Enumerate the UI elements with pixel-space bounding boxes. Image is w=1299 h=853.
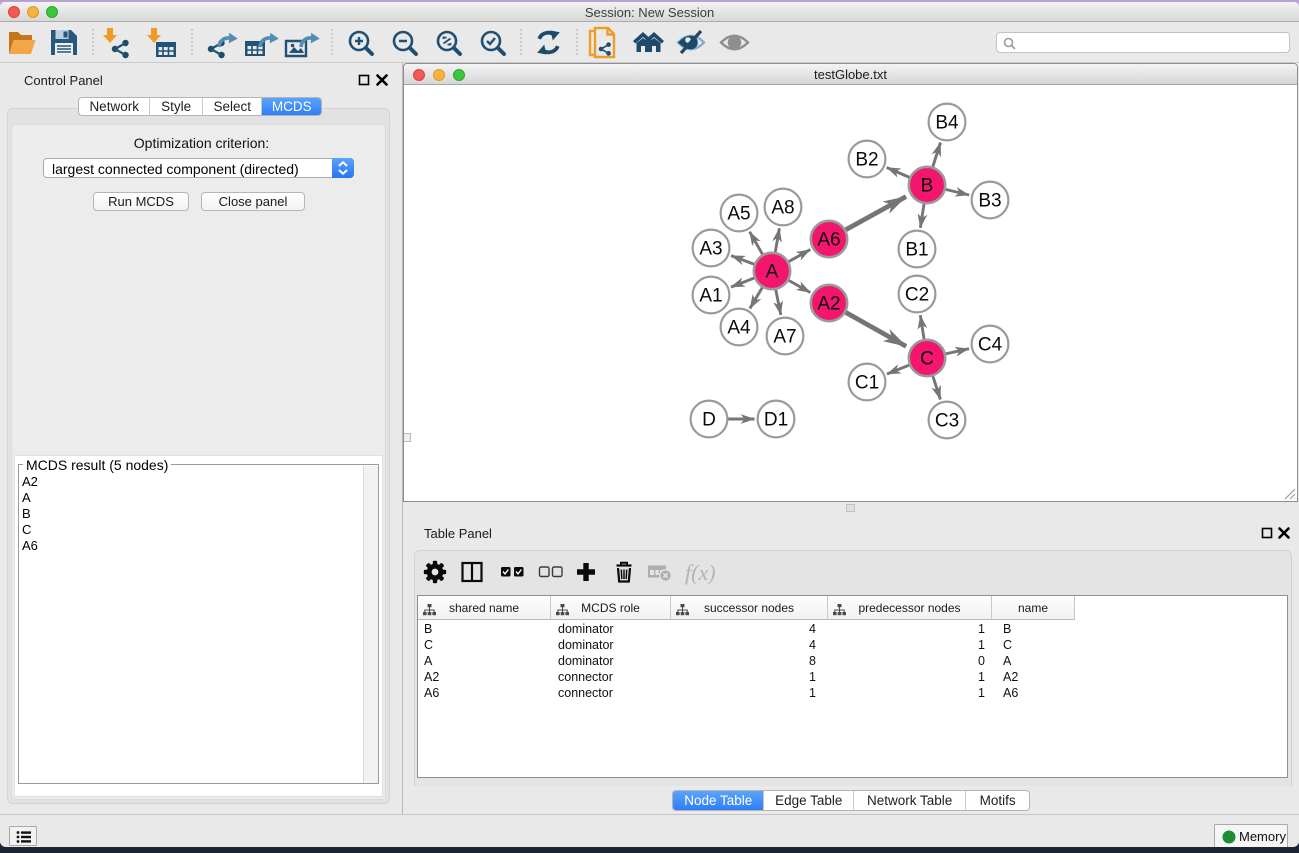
- svg-text:C2: C2: [905, 285, 929, 306]
- svg-text:B3: B3: [978, 191, 1001, 212]
- svg-text:C3: C3: [935, 411, 959, 432]
- svg-text:D: D: [702, 410, 716, 431]
- svg-text:B: B: [921, 176, 934, 197]
- svg-text:A2: A2: [817, 294, 840, 315]
- svg-text:A6: A6: [817, 230, 840, 251]
- svg-text:A3: A3: [699, 239, 722, 260]
- svg-text:A1: A1: [699, 286, 722, 307]
- svg-text:A8: A8: [771, 198, 794, 219]
- svg-text:A7: A7: [773, 327, 796, 348]
- svg-text:A: A: [766, 262, 779, 283]
- svg-text:B4: B4: [935, 113, 959, 134]
- svg-text:B1: B1: [905, 240, 928, 261]
- svg-text:f(x): f(x): [685, 560, 716, 585]
- svg-text:A5: A5: [727, 204, 750, 225]
- svg-text:C4: C4: [978, 335, 1003, 356]
- svg-text:B2: B2: [855, 150, 878, 171]
- svg-text:C: C: [920, 349, 934, 370]
- svg-text:D1: D1: [764, 410, 788, 431]
- svg-text:C1: C1: [855, 373, 879, 394]
- svg-text:A4: A4: [727, 318, 751, 339]
